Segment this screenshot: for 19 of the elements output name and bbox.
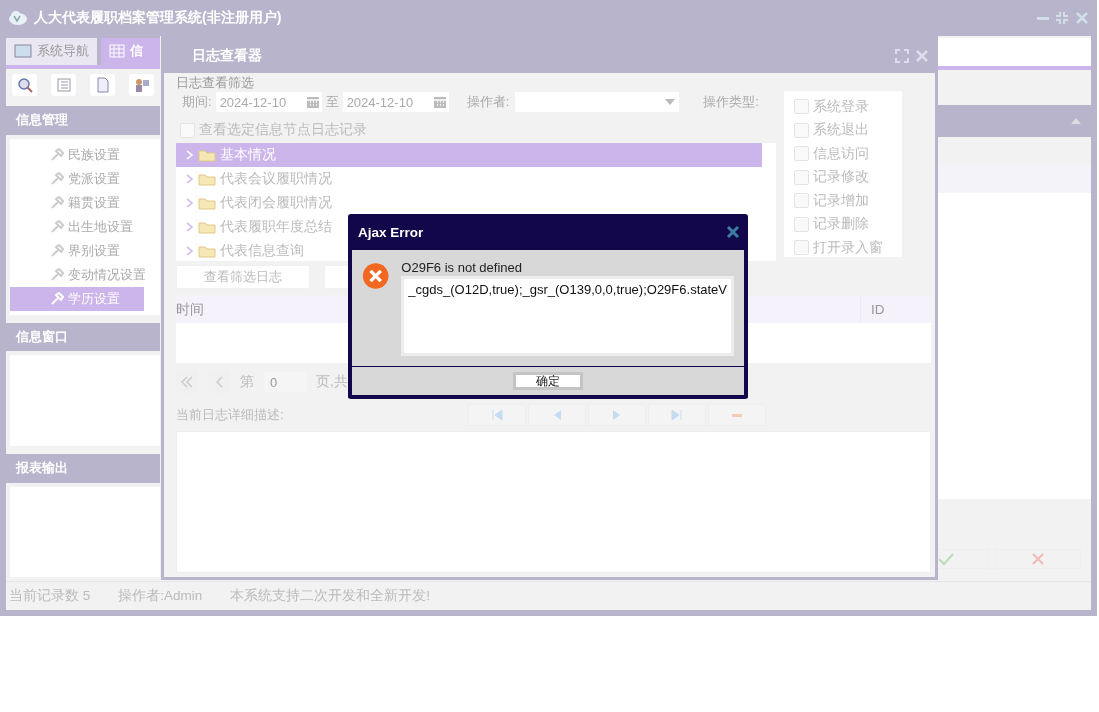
field-label: 操作者:	[466, 93, 510, 111]
group-label: 日志查看筛选	[176, 75, 255, 91]
checkbox-label: 记录修改	[813, 168, 869, 187]
field-label: 至	[325, 93, 339, 111]
checkbox-label: 系统登录	[813, 97, 869, 116]
field-label: 操作类型:	[703, 93, 759, 111]
dialog-title: 日志查看器	[192, 47, 262, 65]
checkbox-label: 系统退出	[813, 121, 869, 140]
column-header: 时间	[176, 300, 204, 319]
error-message: O29F6 is not defined	[401, 260, 524, 275]
error-details: _cgds_(O12D,true);_gsr_(O139,0,0,true);O29F6.stateV	[401, 276, 734, 356]
dialog-title: Ajax Error	[358, 224, 425, 240]
checkbox-label: 信息访问	[813, 144, 869, 163]
checkbox-label: 记录删除	[813, 215, 869, 234]
field-label: 期间:	[182, 93, 212, 111]
checkbox-label: 记录增加	[813, 191, 869, 210]
checkbox-label: 打开录入窗	[813, 238, 883, 257]
window-title: 人大代表履职档案管理系统(非注册用户)	[34, 9, 282, 27]
column-header: ID	[871, 302, 885, 317]
